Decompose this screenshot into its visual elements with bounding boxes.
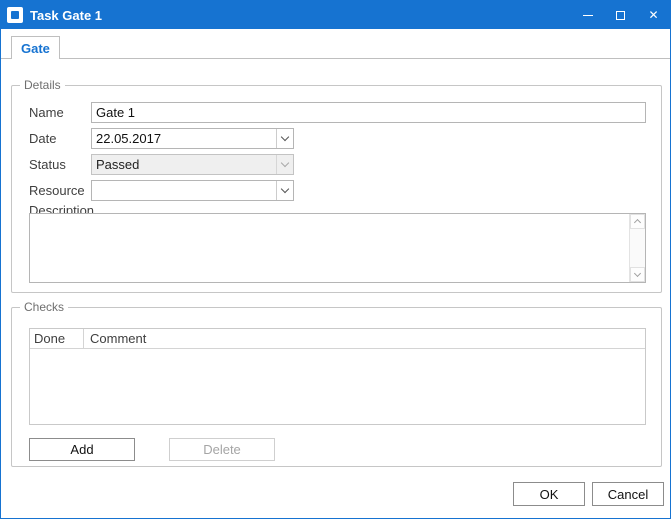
status-dropdown-button (276, 155, 293, 174)
checks-group-legend: Checks (20, 300, 68, 315)
chevron-down-icon (281, 185, 289, 193)
name-label: Name (29, 105, 64, 120)
close-icon: ✕ (648, 8, 658, 22)
window-title: Task Gate 1 (30, 8, 102, 23)
minimize-button[interactable] (571, 1, 604, 29)
dialog-window: Task Gate 1 ✕ Gate Details Name Date 22.… (0, 0, 671, 519)
chevron-up-icon (634, 219, 641, 226)
scroll-down-button[interactable] (630, 267, 645, 282)
resource-label: Resource (29, 183, 85, 198)
title-bar[interactable]: Task Gate 1 ✕ (1, 1, 670, 29)
ok-button[interactable]: OK (513, 482, 585, 506)
name-input[interactable] (91, 102, 646, 123)
maximize-button[interactable] (604, 1, 637, 29)
window-controls: ✕ (571, 1, 670, 29)
app-icon-glyph (11, 11, 19, 19)
add-button-label: Add (70, 442, 93, 457)
tab-page-border (1, 58, 670, 59)
chevron-down-icon (634, 270, 641, 277)
description-textarea[interactable] (29, 213, 646, 283)
status-label: Status (29, 157, 66, 172)
column-header-comment[interactable]: Comment (84, 329, 645, 348)
date-label: Date (29, 131, 56, 146)
checks-table-body[interactable] (30, 349, 645, 425)
resource-combobox[interactable] (91, 180, 294, 201)
date-value: 22.05.2017 (92, 129, 276, 148)
minimize-icon (583, 15, 593, 16)
resource-dropdown-button[interactable] (276, 181, 293, 200)
close-button[interactable]: ✕ (637, 1, 670, 29)
resource-value (92, 181, 276, 200)
add-button[interactable]: Add (29, 438, 135, 461)
ok-button-label: OK (540, 487, 559, 502)
tab-gate[interactable]: Gate (11, 36, 60, 59)
description-value (30, 214, 629, 282)
chevron-down-icon (281, 159, 289, 167)
maximize-icon (616, 11, 625, 20)
status-combobox: Passed (91, 154, 294, 175)
scroll-up-button[interactable] (630, 214, 645, 229)
cancel-button[interactable]: Cancel (592, 482, 664, 506)
delete-button-label: Delete (203, 442, 241, 457)
column-header-done[interactable]: Done (30, 329, 84, 348)
checks-table-header: Done Comment (30, 329, 645, 349)
chevron-down-icon (281, 133, 289, 141)
cancel-button-label: Cancel (608, 487, 648, 502)
checks-table[interactable]: Done Comment (29, 328, 646, 425)
details-group-legend: Details (20, 78, 65, 93)
description-scrollbar[interactable] (629, 214, 645, 282)
tab-gate-label: Gate (21, 41, 50, 56)
date-combobox[interactable]: 22.05.2017 (91, 128, 294, 149)
delete-button: Delete (169, 438, 275, 461)
app-icon (7, 7, 23, 23)
status-value: Passed (92, 155, 276, 174)
date-dropdown-button[interactable] (276, 129, 293, 148)
